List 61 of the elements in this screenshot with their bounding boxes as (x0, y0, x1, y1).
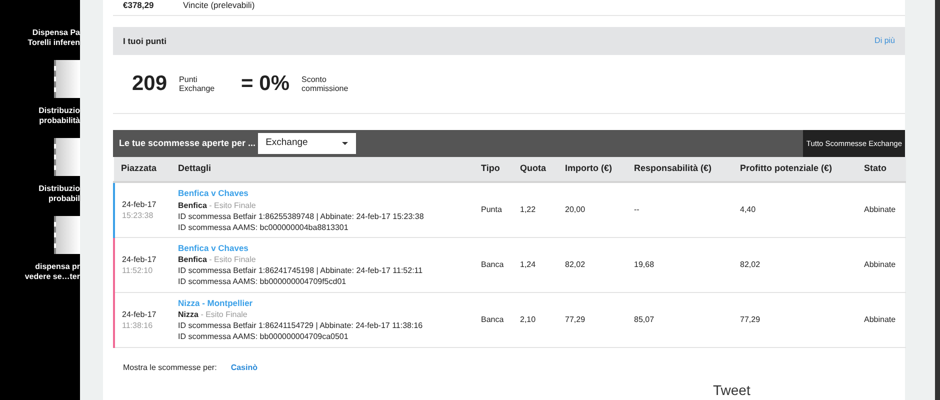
bets-title: Le tue scommesse aperte per ... (119, 136, 256, 150)
show-bets-label: Mostra le scommesse per: (123, 362, 217, 374)
column-header: Responsabilità (€) (627, 157, 733, 182)
aams-id: ID scommessa AAMS: bb000000004709ca0501 (178, 331, 350, 342)
balance-label: Vincite (prelevabili) (183, 0, 255, 10)
table-cell: 4,40 (733, 182, 857, 237)
bet-time: 15:23:38 (122, 210, 154, 221)
table-cell: 77,29 (733, 292, 857, 347)
betfair-id: ID scommessa Betfair 1:86241745198 | Abbinate: 24-feb-17 11:52:11 (178, 265, 424, 276)
file-label[interactable]: Distribuzio probabil (38, 184, 80, 204)
table-cell: 1,22 (513, 182, 558, 237)
discount-label: Sconto commissione (302, 75, 350, 93)
column-header: Profitto potenziale (€) (733, 157, 857, 182)
table-cell: 1,24 (513, 237, 558, 292)
caret-icon (342, 142, 348, 145)
points-value: 209 (132, 71, 168, 98)
selection-name: Nizza (178, 310, 198, 320)
bet-time: 11:38:16 (122, 320, 154, 330)
column-header: Piazzata (114, 157, 171, 182)
file-label[interactable]: Distribuzio probabilità (38, 106, 80, 126)
table-cell: 85,07 (627, 292, 733, 347)
balance-amount: €378,29 (123, 0, 155, 10)
column-header: Dettagli (171, 157, 474, 182)
table-cell: -- (627, 182, 733, 237)
table-cell: Banca (474, 237, 513, 292)
column-header: Importo (€) (558, 157, 627, 182)
bet-date: 24-feb-17 (122, 254, 158, 264)
file-label[interactable]: Dispensa Pa Torelli inferen (28, 28, 80, 48)
betfair-id: ID scommessa Betfair 1:86241154729 | Abbinate: 24-feb-17 11:38:16 (178, 320, 424, 332)
tweet-link[interactable]: Tweet (713, 382, 750, 398)
market-name: - Esito Finale (209, 200, 256, 210)
bet-date: 24-feb-17 (122, 198, 158, 210)
bet-time: 11:52:10 (122, 264, 154, 276)
bet-date: 24-feb-17 (122, 308, 158, 320)
casino-link[interactable]: Casinò (230, 362, 258, 374)
table-cell: 19,68 (627, 237, 733, 292)
table-cell: 2,10 (513, 292, 558, 347)
filter-dropdown[interactable]: Exchange (258, 133, 356, 154)
market-name: - Esito Finale (200, 310, 248, 320)
document-thumbnail-icon[interactable] (54, 216, 80, 254)
column-header: Quota (513, 157, 558, 182)
points-label: Punti Exchange (179, 75, 216, 93)
column-header: Stato (857, 157, 906, 182)
table-cell: Banca (474, 292, 513, 347)
betfair-id: ID scommessa Betfair 1:86255389748 | Abbinate: 24-feb-17 15:23:38 (178, 210, 425, 222)
file-label[interactable]: dispensa pr vedere se…ter (24, 262, 80, 282)
column-header: Tipo (474, 157, 513, 182)
table-cell: 20,00 (558, 182, 627, 237)
table-cell: 77,29 (558, 292, 627, 347)
aams-id: ID scommessa AAMS: bc000000004ba8813301 (178, 222, 350, 233)
table-cell: 82,02 (733, 237, 857, 292)
market-name: - Esito Finale (209, 255, 256, 264)
section-title: I tuoi punti (123, 34, 166, 48)
selection-name: Benfica (178, 255, 207, 264)
discount-value: = 0% (241, 71, 290, 98)
selection-name: Benfica (178, 200, 207, 210)
document-thumbnail-icon[interactable] (54, 138, 80, 176)
table-cell: 82,02 (558, 237, 627, 292)
table-cell: Punta (474, 182, 513, 237)
aams-id: ID scommessa AAMS: bb000000004709f5cd01 (178, 276, 348, 288)
document-thumbnail-icon[interactable] (54, 60, 80, 98)
